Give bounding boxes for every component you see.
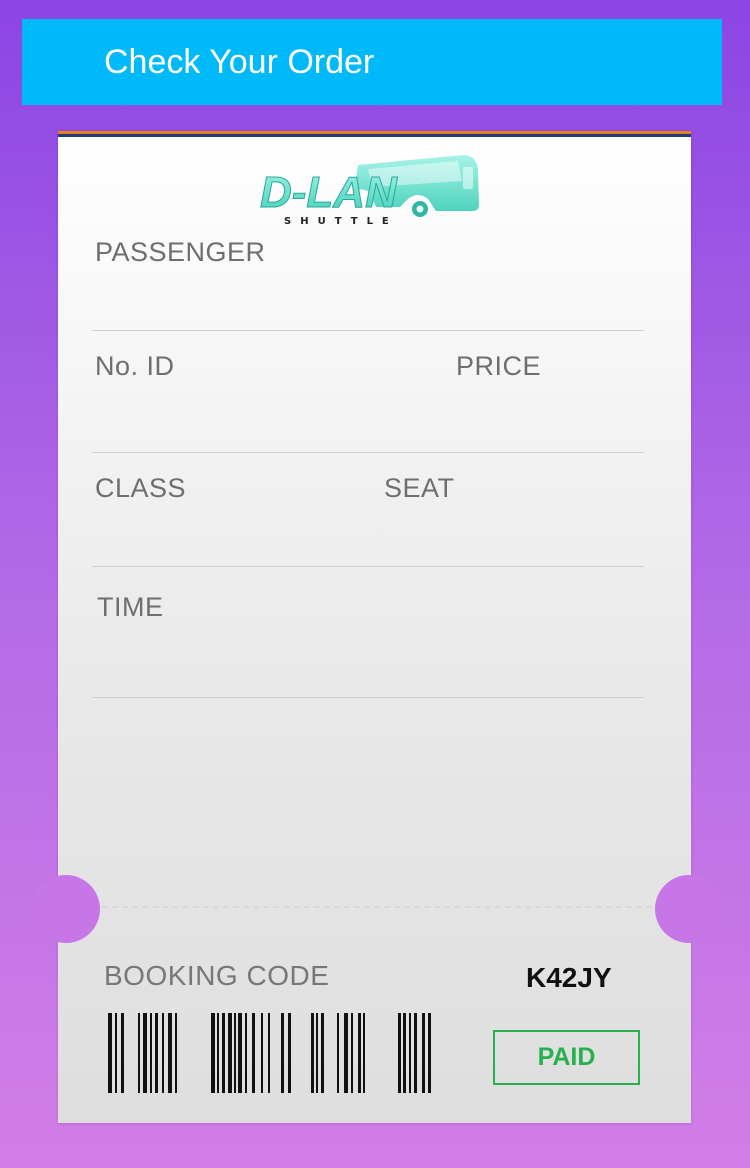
ticket-notch-left xyxy=(32,875,100,943)
time-label: TIME xyxy=(97,592,164,622)
passenger-label: PASSENGER xyxy=(95,237,266,267)
paid-status-label: PAID xyxy=(537,1043,596,1071)
barcode xyxy=(108,1013,431,1093)
divider xyxy=(92,330,644,331)
ticket-card: D-LAN SHUTTLE PASSENGER No. ID PRICE CLA… xyxy=(58,131,691,1123)
seat-label: SEAT xyxy=(384,473,455,503)
logo-brand: D-LAN xyxy=(260,168,398,217)
class-label: CLASS xyxy=(95,473,187,503)
no-id-label: No. ID xyxy=(95,351,175,381)
ticket-top-stripe xyxy=(58,131,691,137)
ticket-notch-right xyxy=(655,875,723,943)
dlan-shuttle-logo: D-LAN SHUTTLE xyxy=(260,155,479,227)
paid-status-badge: PAID xyxy=(493,1030,640,1085)
divider xyxy=(92,566,644,567)
divider xyxy=(92,697,644,698)
divider xyxy=(92,452,644,453)
page-title: Check Your Order xyxy=(104,43,375,81)
tear-line xyxy=(92,906,652,908)
logo-tagline: SHUTTLE xyxy=(284,216,398,227)
price-label: PRICE xyxy=(456,351,542,381)
booking-code-value: K42JY xyxy=(526,962,612,993)
app-header: Check Your Order xyxy=(22,19,722,105)
booking-code-label: BOOKING CODE xyxy=(104,960,330,991)
